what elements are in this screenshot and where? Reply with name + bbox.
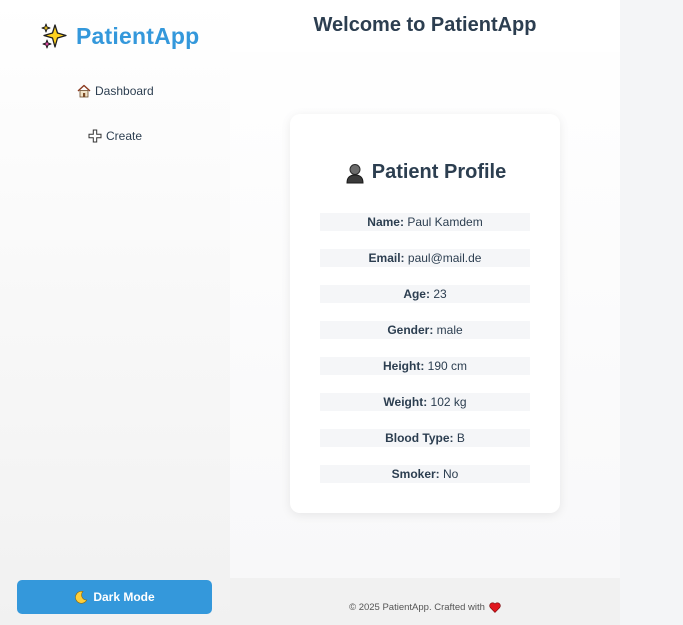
footer-text: © 2025 PatientApp. Crafted with	[349, 602, 485, 613]
background-pane	[620, 0, 683, 625]
field-name: Name: Paul Kamdem	[320, 213, 530, 231]
field-height: Height: 190 cm	[320, 357, 530, 375]
field-email: Email: paul@mail.de	[320, 249, 530, 267]
dark-mode-button[interactable]: Dark Mode	[17, 580, 212, 614]
page-title: Welcome to PatientApp	[230, 0, 620, 52]
field-value: No	[443, 467, 459, 481]
field-label: Blood Type:	[385, 431, 454, 445]
patient-profile-card: Patient Profile Name: Paul Kamdem Email:…	[290, 114, 560, 513]
footer: © 2025 PatientApp. Crafted with	[230, 578, 620, 625]
moon-icon	[75, 591, 88, 604]
brand-name: PatientApp	[76, 22, 200, 49]
sidebar: PatientApp Dashboard Create Dark Mode	[0, 0, 230, 625]
field-value: paul@mail.de	[407, 251, 482, 265]
field-gender: Gender: male	[320, 321, 530, 339]
sidebar-item-dashboard[interactable]: Dashboard	[77, 84, 154, 98]
profile-title-text: Patient Profile	[371, 161, 507, 183]
brand[interactable]: PatientApp	[40, 22, 199, 50]
field-value: Paul Kamdem	[407, 215, 483, 229]
field-label: Email:	[368, 251, 405, 265]
field-smoker: Smoker: No	[320, 465, 530, 483]
person-icon	[346, 163, 364, 183]
field-value: 190 cm	[427, 359, 468, 373]
sparkles-icon	[41, 23, 67, 49]
sidebar-item-label: Dashboard	[95, 84, 154, 98]
field-label: Name:	[367, 215, 404, 229]
field-label: Age:	[403, 287, 430, 301]
field-blood-type: Blood Type: B	[320, 429, 530, 447]
sidebar-item-create[interactable]: Create	[88, 129, 142, 143]
field-value: 23	[433, 287, 447, 301]
house-icon	[77, 84, 91, 98]
sidebar-item-label: Create	[106, 129, 143, 143]
dark-mode-label: Dark Mode	[93, 590, 155, 604]
field-label: Smoker:	[391, 467, 440, 481]
field-label: Weight:	[383, 395, 428, 409]
plus-icon	[88, 129, 102, 143]
heart-icon	[489, 602, 501, 613]
main-content: Welcome to PatientApp Patient Profile Na…	[230, 0, 620, 578]
field-weight: Weight: 102 kg	[320, 393, 530, 411]
field-age: Age: 23	[320, 285, 530, 303]
field-value: 102 kg	[430, 395, 467, 409]
field-label: Gender:	[387, 323, 434, 337]
field-label: Height:	[382, 359, 425, 373]
field-value: B	[456, 431, 465, 445]
field-value: male	[436, 323, 463, 337]
profile-title: Patient Profile	[290, 161, 560, 184]
